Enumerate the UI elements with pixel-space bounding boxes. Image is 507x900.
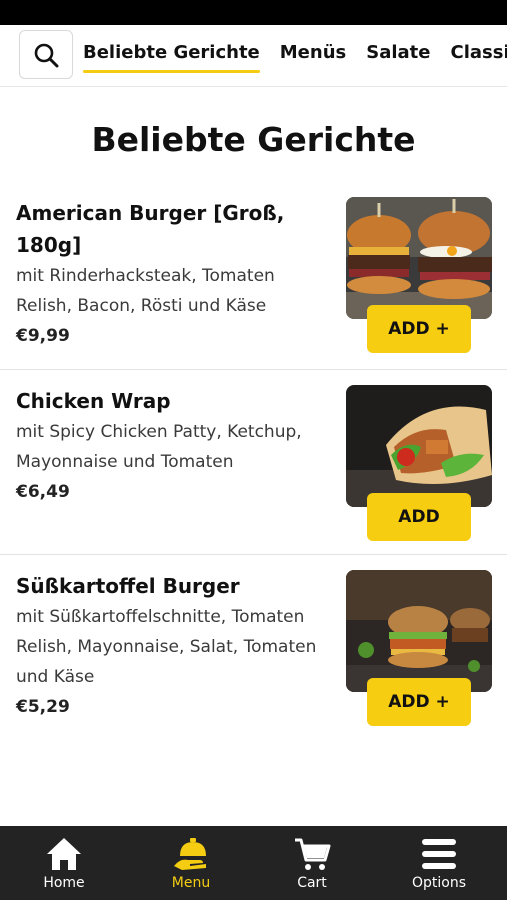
sweet-potato-burger-photo[interactable] [346,570,492,692]
item-name: Süßkartoffel Burger [16,574,240,598]
burger-photo[interactable] [346,197,492,319]
tab-classics[interactable]: Classics [450,25,507,86]
nav-options[interactable]: Options [384,826,494,900]
item-name: American Burger [Groß, 180g] [16,201,285,257]
bottom-navigation: Home Menu Cart Options [0,826,507,900]
tab-salate[interactable]: Salate [366,25,430,86]
nav-label: Menu [171,875,211,891]
menu-item-info: Chicken Wrap mit Spicy Chicken Patty, Ke… [16,385,334,507]
nav-menu[interactable]: Menu [136,826,246,900]
nav-label: Options [411,875,467,891]
item-price: €6,49 [16,482,70,502]
item-name: Chicken Wrap [16,389,171,413]
item-description: mit Süßkartoffelschnitte, Tomaten Relish… [16,607,317,687]
nav-cart[interactable]: Cart [257,826,367,900]
search-icon [34,43,59,67]
cart-icon [295,838,331,870]
divider [0,369,507,370]
waiter-bell-icon [174,838,206,870]
status-bar [0,0,507,25]
section-title: Beliebte Gerichte [91,120,416,159]
item-price: €9,99 [16,326,70,346]
wrap-photo[interactable] [346,385,492,507]
nav-label: Home [43,875,85,891]
menu-item-info: Süßkartoffel Burger mit Süßkartoffelschn… [16,570,334,722]
category-bar: Beliebte Gerichte Menüs Salate Classics [0,25,507,87]
tab-menus[interactable]: Menüs [280,25,346,86]
add-to-cart-button[interactable]: ADD + [367,305,471,353]
divider [0,554,507,555]
home-icon [47,838,81,870]
nav-label: Cart [297,875,327,891]
menu-bars-icon [422,839,456,869]
nav-home[interactable]: Home [9,826,119,900]
item-description: mit Spicy Chicken Patty, Ketchup, Mayonn… [16,422,302,472]
tab-beliebte-gerichte[interactable]: Beliebte Gerichte [83,25,260,86]
category-tabs: Beliebte Gerichte Menüs Salate Classics [83,25,507,86]
add-to-cart-button[interactable]: ADD + [367,678,471,726]
item-description: mit Rinderhacksteak, Tomaten Relish, Bac… [16,266,275,316]
menu-item-info: American Burger [Groß, 180g] mit Rinderh… [16,197,334,351]
add-to-cart-button[interactable]: ADD [367,493,471,541]
item-price: €5,29 [16,697,70,717]
search-button[interactable] [19,30,73,79]
